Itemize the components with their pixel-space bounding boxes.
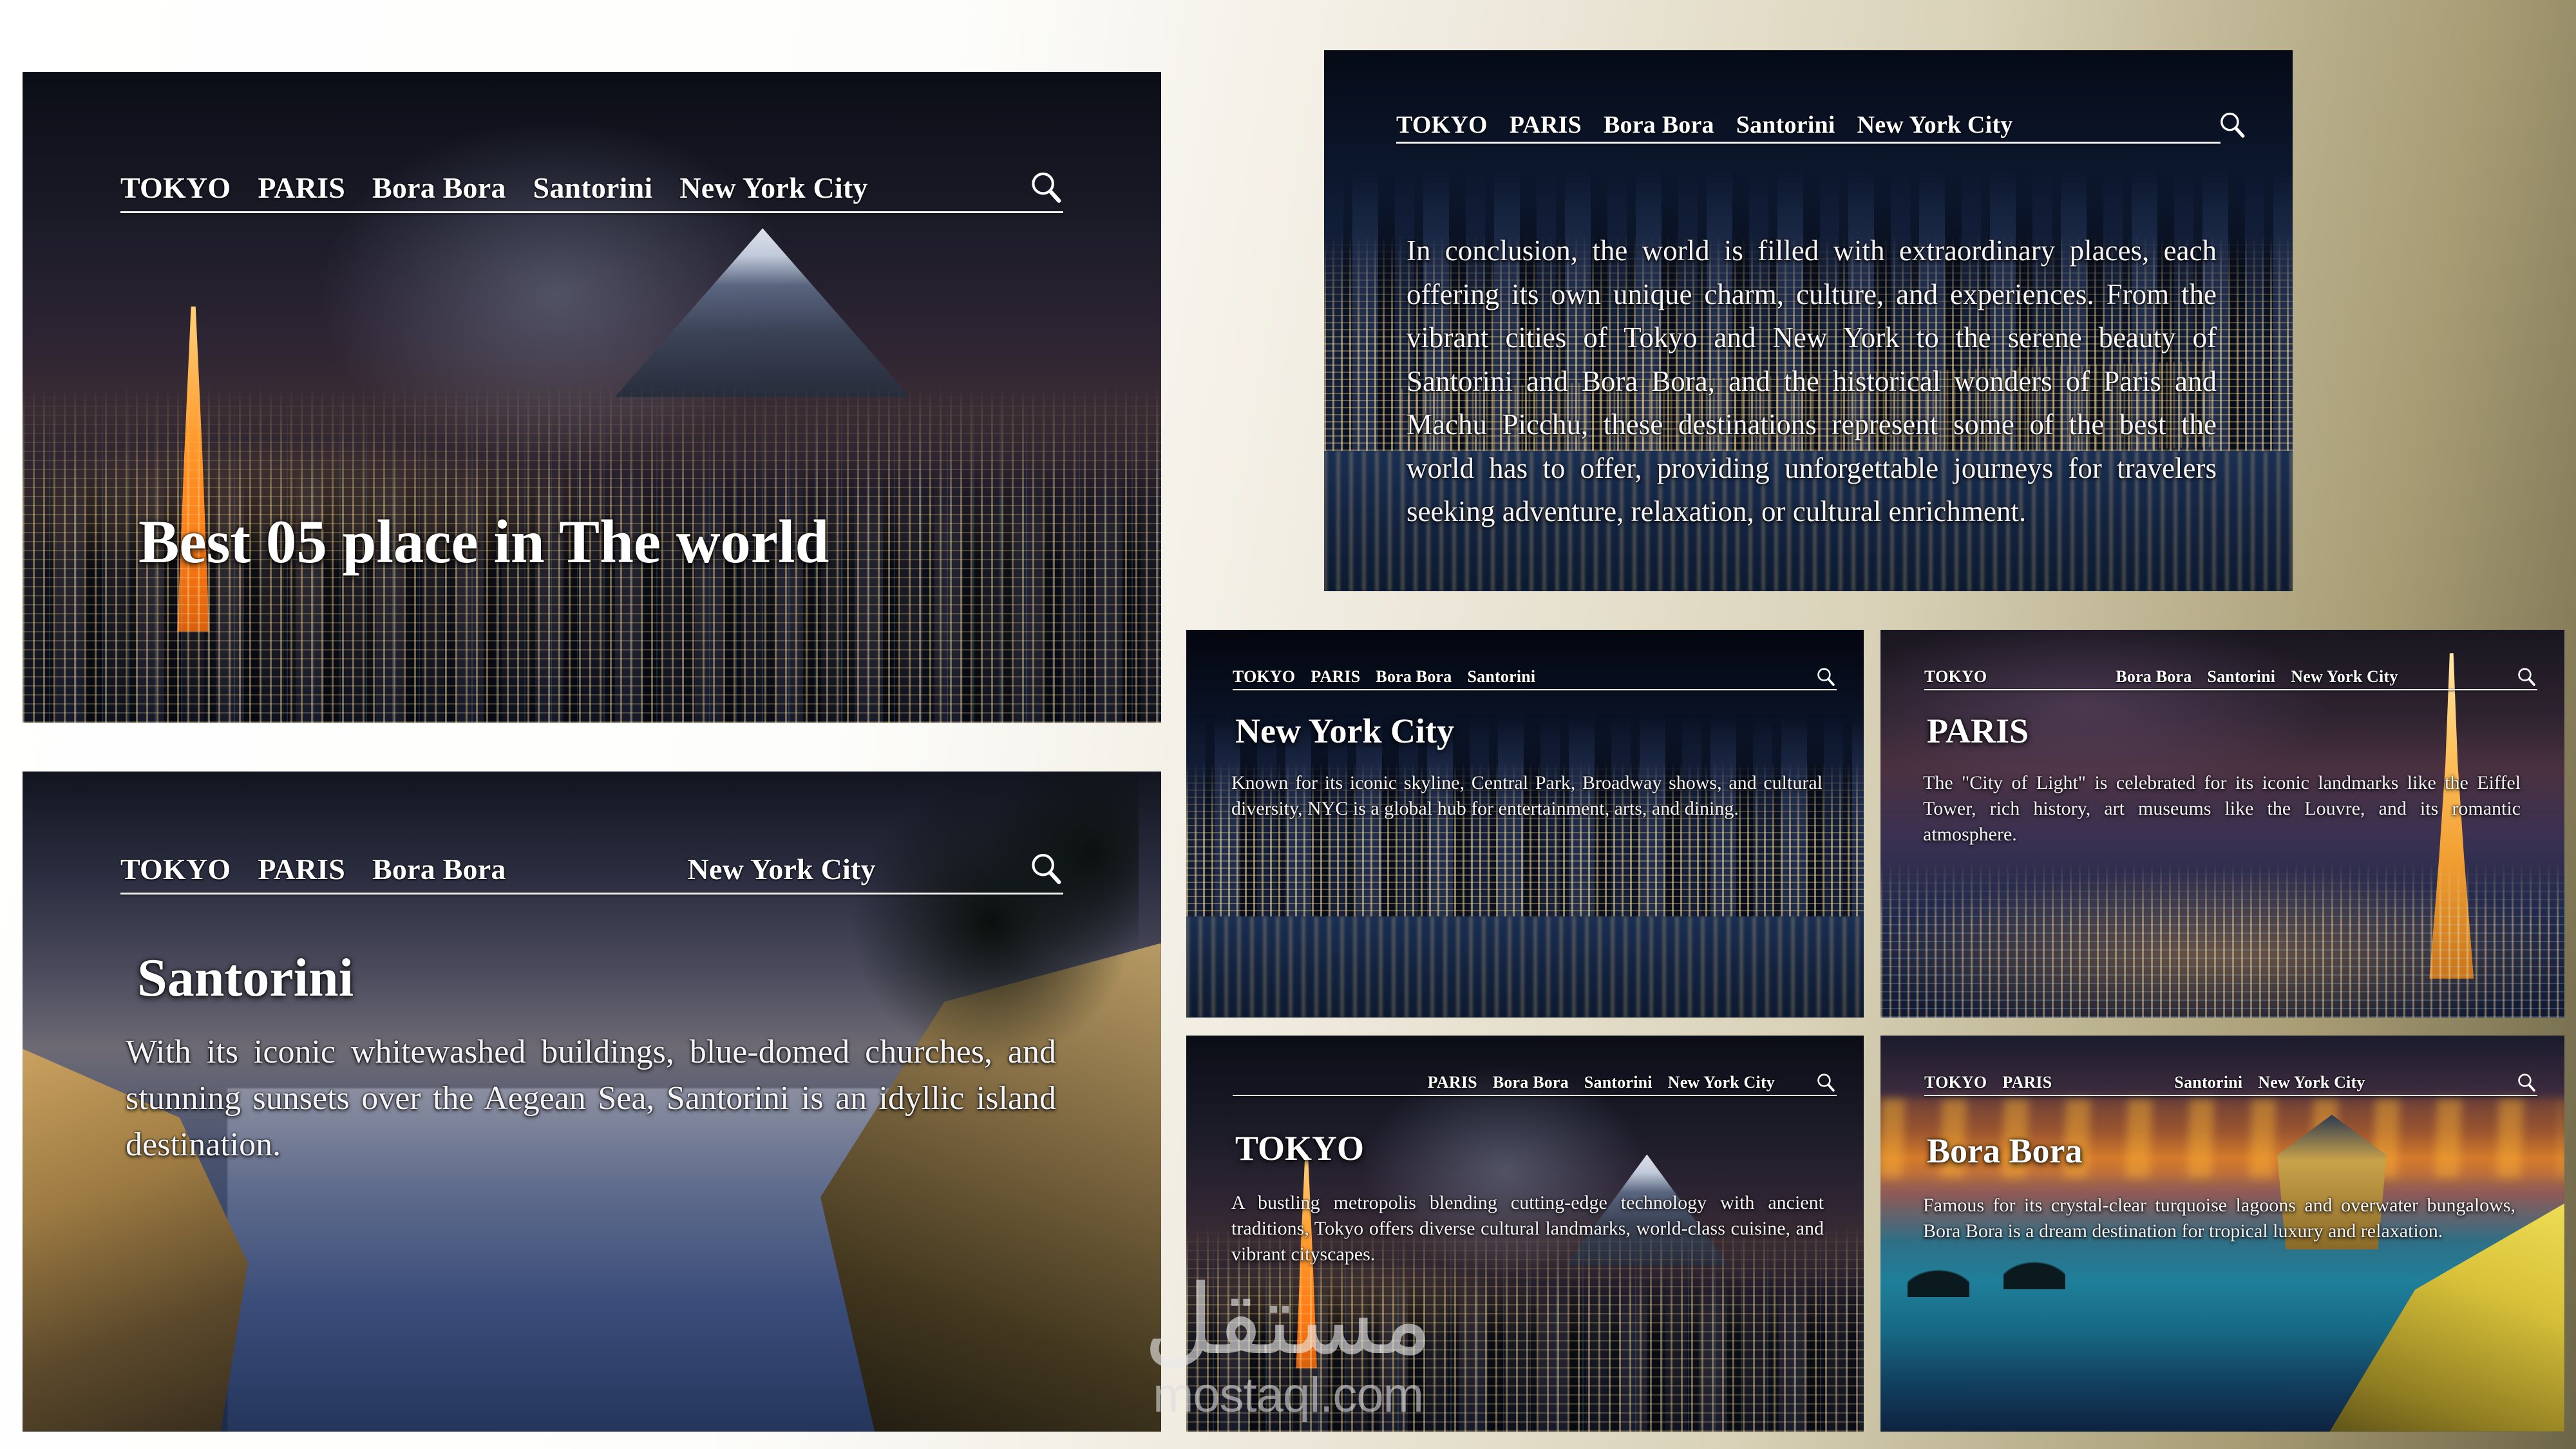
tokyo-card-title: TOKYO xyxy=(1235,1129,1365,1168)
card-new-york-city[interactable]: TOKYO PARIS Bora Bora Santorini xyxy=(1186,630,1864,1018)
nav-link-bora-bora[interactable]: Bora Bora xyxy=(1376,667,1452,687)
conclusion-navbar[interactable]: TOKYO PARIS Bora Bora Santorini New York… xyxy=(1324,109,2293,140)
search-icon[interactable] xyxy=(1027,850,1065,887)
navbar-rule xyxy=(120,211,1063,213)
paris-card-description: The "City of Light" is celebrated for it… xyxy=(1923,772,2521,846)
bora-nav-items: TOKYO PARIS Santorini New York City xyxy=(1924,1073,2365,1092)
santorini-title: Santorini xyxy=(137,947,354,1008)
nav-link-tokyo[interactable]: TOKYO xyxy=(1233,667,1295,687)
nav-link-tokyo[interactable]: TOKYO xyxy=(120,852,231,886)
mount-fuji-shape xyxy=(614,228,911,397)
nav-link-santorini[interactable]: Santorini xyxy=(533,171,653,205)
bora-navbar[interactable]: TOKYO PARIS Santorini New York City xyxy=(1880,1072,2564,1094)
search-icon[interactable] xyxy=(1027,169,1065,206)
search-icon[interactable] xyxy=(2217,109,2248,140)
nav-link-tokyo[interactable]: TOKYO xyxy=(1924,667,1987,687)
search-icon[interactable] xyxy=(2515,1072,2537,1094)
hero-title: Best 05 place in The world xyxy=(138,507,829,576)
nav-link-paris[interactable]: PARIS xyxy=(1311,667,1360,687)
nav-link-new-york-city[interactable]: New York City xyxy=(1668,1073,1775,1092)
hero-navbar[interactable]: TOKYO PARIS Bora Bora Santorini New York… xyxy=(23,169,1161,206)
navbar-rule xyxy=(1924,1095,2537,1096)
navbar-rule xyxy=(1233,689,1837,690)
nav-link-tokyo[interactable]: TOKYO xyxy=(1396,111,1488,139)
conclusion-text: In conclusion, the world is filled with … xyxy=(1406,234,2217,527)
santorini-navbar[interactable]: TOKYO PARIS Bora Bora New York City xyxy=(23,850,1161,887)
navbar-rule xyxy=(1924,689,2537,690)
conclusion-nav-items: TOKYO PARIS Bora Bora Santorini New York… xyxy=(1396,111,2012,139)
nav-link-tokyo[interactable]: TOKYO xyxy=(1924,1073,1987,1092)
tokyo-card-description: A bustling metropolis blending cutting-e… xyxy=(1231,1192,1824,1265)
nav-link-new-york-city[interactable]: New York City xyxy=(679,171,867,205)
nav-link-paris[interactable]: PARIS xyxy=(2002,1073,2052,1092)
nav-link-bora-bora[interactable]: Bora Bora xyxy=(372,852,506,886)
paris-navbar[interactable]: TOKYO Bora Bora Santorini New York City xyxy=(1880,666,2564,688)
bora-card-title: Bora Bora xyxy=(1927,1132,2083,1170)
nyc-navbar[interactable]: TOKYO PARIS Bora Bora Santorini xyxy=(1186,666,1864,688)
nav-link-bora-bora[interactable]: Bora Bora xyxy=(372,171,506,205)
paris-card-title: PARIS xyxy=(1927,712,2029,750)
nav-link-tokyo[interactable]: TOKYO xyxy=(120,171,231,205)
santorini-description: With its iconic whitewashed buildings, b… xyxy=(126,1034,1056,1163)
search-icon[interactable] xyxy=(1815,1072,1837,1094)
navbar-rule xyxy=(1396,142,2221,144)
nav-link-paris[interactable]: PARIS xyxy=(1510,111,1582,139)
nav-link-paris[interactable]: PARIS xyxy=(258,171,345,205)
nav-link-new-york-city[interactable]: New York City xyxy=(2291,667,2398,687)
conclusion-panel: TOKYO PARIS Bora Bora Santorini New York… xyxy=(1324,50,2293,591)
nav-link-paris[interactable]: PARIS xyxy=(258,852,345,886)
city-lights-texture xyxy=(1880,862,2564,1018)
nav-link-bora-bora[interactable]: Bora Bora xyxy=(1604,111,1714,139)
nav-link-santorini[interactable]: Santorini xyxy=(1468,667,1536,687)
nav-link-new-york-city[interactable]: New York City xyxy=(2258,1073,2365,1092)
nyc-photo xyxy=(1186,630,1864,1018)
nav-link-santorini[interactable]: Santorini xyxy=(2207,667,2275,687)
bora-card-description: Famous for its crystal-clear turquoise l… xyxy=(1923,1195,2515,1242)
navbar-rule xyxy=(120,893,1063,895)
navbar-rule xyxy=(1233,1095,1837,1096)
tokyo-navbar[interactable]: PARIS Bora Bora Santorini New York City xyxy=(1186,1072,1864,1094)
tokyo-nav-items: PARIS Bora Bora Santorini New York City xyxy=(1428,1073,1775,1092)
hero-panel: TOKYO PARIS Bora Bora Santorini New York… xyxy=(23,72,1161,723)
search-icon[interactable] xyxy=(1815,666,1837,688)
nyc-card-description: Known for its iconic skyline, Central Pa… xyxy=(1231,772,1823,820)
nyc-nav-items: TOKYO PARIS Bora Bora Santorini xyxy=(1233,667,1535,687)
nav-link-santorini[interactable]: Santorini xyxy=(1736,111,1835,139)
nav-link-santorini[interactable]: Santorini xyxy=(2174,1073,2242,1092)
santorini-nav-items: TOKYO PARIS Bora Bora New York City xyxy=(120,852,876,886)
nav-link-santorini[interactable]: Santorini xyxy=(1584,1073,1653,1092)
search-icon[interactable] xyxy=(2515,666,2537,688)
water-reflections xyxy=(1186,916,1864,1018)
hero-nav-items: TOKYO PARIS Bora Bora Santorini New York… xyxy=(120,171,868,205)
nyc-card-title: New York City xyxy=(1235,712,1454,750)
nav-link-bora-bora[interactable]: Bora Bora xyxy=(1493,1073,1569,1092)
nav-link-bora-bora[interactable]: Bora Bora xyxy=(2116,667,2192,687)
nav-link-new-york-city[interactable]: New York City xyxy=(1857,111,2013,139)
nav-link-new-york-city[interactable]: New York City xyxy=(688,852,876,886)
paris-nav-items: TOKYO Bora Bora Santorini New York City xyxy=(1924,667,2398,687)
nav-link-paris[interactable]: PARIS xyxy=(1428,1073,1477,1092)
